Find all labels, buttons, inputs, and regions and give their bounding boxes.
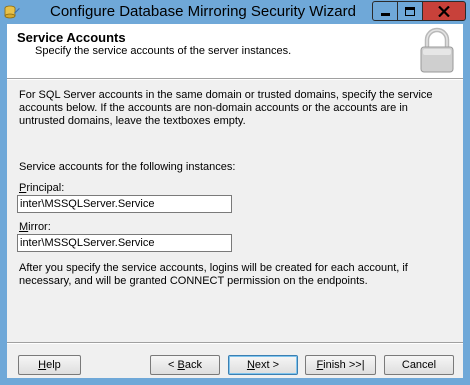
- next-button[interactable]: Next >: [228, 355, 298, 375]
- page-subtitle: Specify the service accounts of the serv…: [35, 45, 292, 57]
- back-button[interactable]: < Back: [150, 355, 220, 375]
- mirror-account-input[interactable]: [17, 234, 232, 252]
- finish-button[interactable]: Finish >>|: [305, 355, 376, 375]
- wizard-window: Configure Database Mirroring Security Wi…: [0, 0, 470, 385]
- back-label: ack: [184, 359, 202, 371]
- mirror-label: Mirror:: [19, 221, 51, 233]
- mirror-label-text: irror:: [28, 221, 51, 233]
- help-mnemonic: H: [38, 359, 47, 371]
- page-title: Service Accounts: [17, 30, 126, 45]
- maximize-button[interactable]: [397, 1, 423, 21]
- maximize-icon: [405, 6, 415, 16]
- finish-label: inish >>|: [323, 359, 365, 371]
- window-title: Configure Database Mirroring Security Wi…: [50, 3, 356, 20]
- intro-text: For SQL Server accounts in the same doma…: [19, 89, 433, 127]
- principal-label-text: rincipal:: [26, 182, 65, 194]
- help-button[interactable]: Help: [18, 355, 81, 375]
- finish-mnemonic: F: [316, 359, 324, 371]
- cancel-button[interactable]: Cancel: [384, 355, 454, 375]
- principal-account-input[interactable]: [17, 195, 232, 213]
- logins-info-text: After you specify the service accounts, …: [19, 262, 408, 287]
- back-mnemonic: B: [177, 359, 185, 371]
- principal-label: Principal:: [19, 182, 64, 194]
- title-bar[interactable]: Configure Database Mirroring Security Wi…: [0, 0, 470, 24]
- next-mnemonic: N: [246, 359, 255, 371]
- close-button[interactable]: [422, 1, 466, 21]
- wizard-page: Service Accounts Specify the service acc…: [7, 24, 463, 378]
- minimize-icon: [380, 12, 390, 16]
- lock-icon: [420, 27, 454, 73]
- database-wizard-icon: [4, 5, 20, 19]
- next-label: ext >: [254, 359, 280, 371]
- mirror-label-mnemonic: M: [19, 221, 29, 233]
- back-prefix: <: [168, 359, 178, 371]
- close-icon: [438, 5, 450, 17]
- footer-divider: [7, 342, 463, 344]
- page-header: Service Accounts Specify the service acc…: [7, 24, 463, 78]
- minimize-button[interactable]: [372, 1, 398, 21]
- header-divider: [7, 78, 463, 80]
- instances-label: Service accounts for the following insta…: [19, 161, 236, 173]
- help-label: elp: [46, 359, 61, 371]
